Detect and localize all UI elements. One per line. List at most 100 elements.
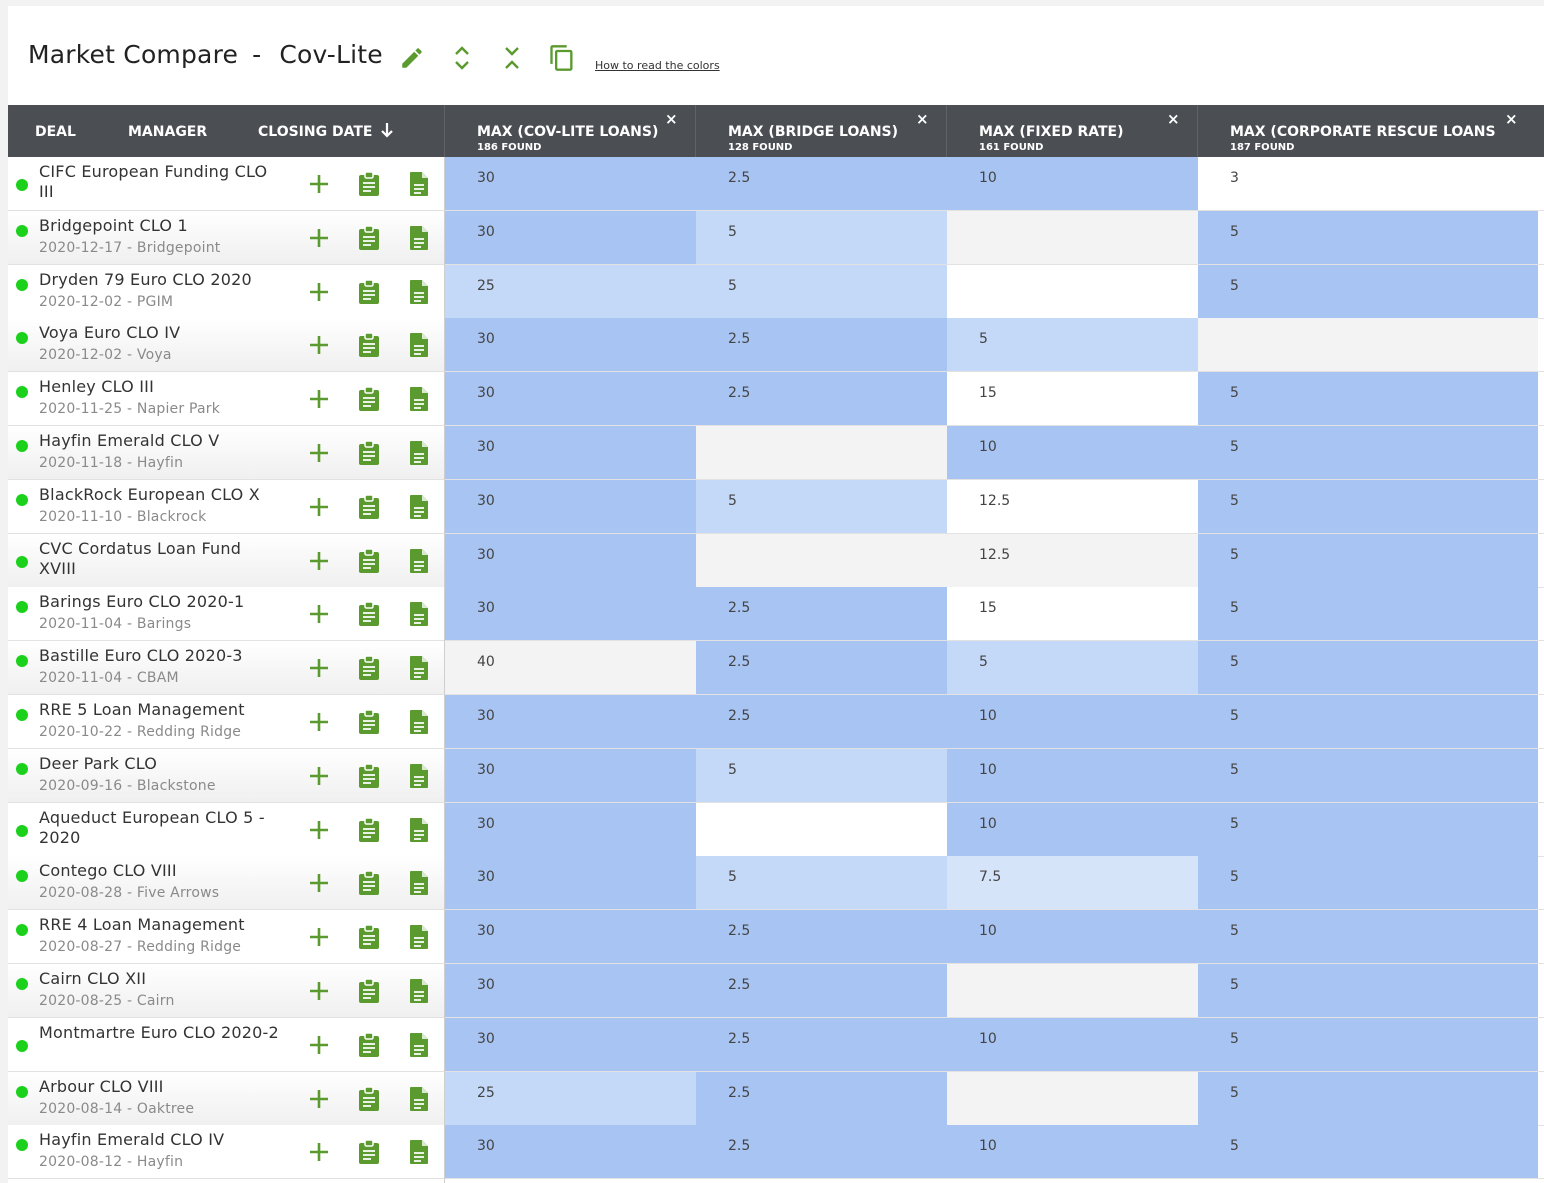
metric-cell[interactable]: 30: [445, 534, 696, 587]
metric-cell[interactable]: [947, 964, 1198, 1017]
metric-cell[interactable]: 2.5: [696, 587, 947, 640]
metric-cell[interactable]: 10: [947, 1018, 1198, 1071]
table-row[interactable]: Hayfin Emerald CLO V 2020-11-18 - Hayfin 3…: [8, 426, 1544, 480]
metric-cell[interactable]: 10: [947, 157, 1198, 210]
clipboard-icon[interactable]: [356, 870, 382, 896]
document-icon[interactable]: [406, 763, 432, 789]
document-icon[interactable]: [406, 655, 432, 681]
add-icon[interactable]: [306, 1086, 332, 1112]
metric-cell[interactable]: 30: [445, 1125, 696, 1178]
table-row[interactable]: Henley CLO III 2020-11-25 - Napier Park 30…: [8, 372, 1544, 426]
deal-cell[interactable]: Cairn CLO XII 2020-08-25 - Cairn: [8, 964, 445, 1017]
metric-cell[interactable]: 30: [445, 587, 696, 640]
deal-cell[interactable]: BlackRock European CLO X 2020-11-10 - Bla…: [8, 480, 445, 533]
deal-cell[interactable]: RRE 5 Loan Management 2020-10-22 - Reddin…: [8, 695, 445, 748]
clipboard-icon[interactable]: [356, 279, 382, 305]
clipboard-icon[interactable]: [356, 655, 382, 681]
document-icon[interactable]: [406, 440, 432, 466]
table-row[interactable]: Contego CLO VIII 2020-08-28 - Five Arrows…: [8, 856, 1544, 910]
metric-cell[interactable]: [696, 426, 947, 479]
metric-cell[interactable]: 5: [696, 749, 947, 802]
metric-cell[interactable]: 5: [696, 265, 947, 318]
clipboard-icon[interactable]: [356, 548, 382, 574]
metric-cell[interactable]: 5: [1198, 211, 1538, 264]
metric-cell[interactable]: 30: [445, 695, 696, 748]
metric-cell[interactable]: 5: [696, 211, 947, 264]
clipboard-icon[interactable]: [356, 440, 382, 466]
table-row[interactable]: Cairn CLO XII 2020-08-25 - Cairn 30 2.5 5: [8, 964, 1544, 1018]
metric-cell[interactable]: 5: [696, 856, 947, 909]
metric-cell[interactable]: 2.5: [696, 1018, 947, 1071]
add-icon[interactable]: [306, 171, 332, 197]
clipboard-icon[interactable]: [356, 924, 382, 950]
table-row[interactable]: RRE 5 Loan Management 2020-10-22 - Reddin…: [8, 695, 1544, 749]
metric-cell[interactable]: 30: [445, 910, 696, 963]
deal-name[interactable]: RRE 4 Loan Management: [39, 915, 279, 935]
clipboard-icon[interactable]: [356, 978, 382, 1004]
metric-cell[interactable]: 2.5: [696, 1072, 947, 1125]
deal-cell[interactable]: Aqueduct European CLO 5 - 2020: [8, 803, 445, 856]
document-icon[interactable]: [406, 225, 432, 251]
metric-cell[interactable]: [947, 211, 1198, 264]
metric-cell[interactable]: 10: [947, 803, 1198, 856]
metric-cell[interactable]: 30: [445, 964, 696, 1017]
table-row[interactable]: BlackRock European CLO X 2020-11-10 - Bla…: [8, 480, 1544, 534]
metric-cell[interactable]: 15: [947, 587, 1198, 640]
column-header-cov-lite[interactable]: MAX (COV-LITE LOANS) 186 FOUND ×: [445, 105, 696, 157]
metric-cell[interactable]: 2.5: [696, 157, 947, 210]
metric-cell[interactable]: 15: [947, 372, 1198, 425]
expand-icon[interactable]: [446, 42, 478, 74]
metric-cell[interactable]: 5: [1198, 910, 1538, 963]
metric-cell[interactable]: 10: [947, 749, 1198, 802]
metric-cell[interactable]: 3: [1198, 157, 1538, 210]
metric-cell[interactable]: 2.5: [696, 910, 947, 963]
table-row[interactable]: CIFC European Funding CLO III 30 2.5 10 3: [8, 157, 1544, 211]
add-icon[interactable]: [306, 332, 332, 358]
metric-cell[interactable]: 12.5: [947, 480, 1198, 533]
column-header-corporate-rescue[interactable]: MAX (CORPORATE RESCUE LOANS 187 FOUND ×: [1198, 105, 1538, 157]
table-row[interactable]: Bastille Euro CLO 2020-3 2020-11-04 - CBA…: [8, 641, 1544, 695]
deal-cell[interactable]: Bastille Euro CLO 2020-3 2020-11-04 - CBA…: [8, 641, 445, 694]
deal-name[interactable]: Bridgepoint CLO 1: [39, 216, 279, 236]
document-icon[interactable]: [406, 332, 432, 358]
deal-name[interactable]: Hayfin Emerald CLO V: [39, 431, 279, 451]
table-row[interactable]: Aqueduct European CLO 5 - 2020 30 10 5: [8, 803, 1544, 857]
metric-cell[interactable]: [1198, 318, 1538, 371]
metric-cell[interactable]: 5: [1198, 1125, 1538, 1178]
metric-cell[interactable]: 5: [947, 641, 1198, 694]
clipboard-icon[interactable]: [356, 332, 382, 358]
remove-column-icon[interactable]: ×: [665, 110, 678, 128]
deal-cell[interactable]: Hayfin Emerald CLO V 2020-11-18 - Hayfin: [8, 426, 445, 479]
deal-name[interactable]: Barings Euro CLO 2020-1: [39, 592, 279, 612]
metric-cell[interactable]: 40: [445, 641, 696, 694]
metric-cell[interactable]: 30: [445, 803, 696, 856]
column-header-deal[interactable]: DEAL: [35, 105, 95, 157]
add-icon[interactable]: [306, 817, 332, 843]
add-icon[interactable]: [306, 279, 332, 305]
document-icon[interactable]: [406, 548, 432, 574]
metric-cell[interactable]: 30: [445, 480, 696, 533]
table-row[interactable]: Bridgepoint CLO 1 2020-12-17 - Bridgepoin…: [8, 211, 1544, 265]
metric-cell[interactable]: 5: [1198, 803, 1538, 856]
clipboard-icon[interactable]: [356, 1086, 382, 1112]
add-icon[interactable]: [306, 494, 332, 520]
document-icon[interactable]: [406, 924, 432, 950]
deal-cell[interactable]: CIFC European Funding CLO III: [8, 157, 445, 210]
metric-cell[interactable]: 2.5: [696, 641, 947, 694]
deal-name[interactable]: Henley CLO III: [39, 377, 279, 397]
metric-cell[interactable]: 10: [947, 1125, 1198, 1178]
deal-name[interactable]: Voya Euro CLO IV: [39, 323, 279, 343]
add-icon[interactable]: [306, 763, 332, 789]
deal-name[interactable]: RRE 5 Loan Management: [39, 700, 279, 720]
document-icon[interactable]: [406, 817, 432, 843]
document-icon[interactable]: [406, 709, 432, 735]
table-row[interactable]: Montmartre Euro CLO 2020-2 30 2.5 10 5: [8, 1018, 1544, 1072]
column-header-fixed-rate[interactable]: MAX (FIXED RATE) 161 FOUND ×: [947, 105, 1198, 157]
document-icon[interactable]: [406, 386, 432, 412]
deal-cell[interactable]: Arbour CLO VIII 2020-08-14 - Oaktree: [8, 1072, 445, 1125]
metric-cell[interactable]: 30: [445, 749, 696, 802]
metric-cell[interactable]: 5: [1198, 587, 1538, 640]
document-icon[interactable]: [406, 870, 432, 896]
collapse-icon[interactable]: [496, 42, 528, 74]
column-header-closing-date[interactable]: CLOSING DATE: [258, 105, 408, 157]
